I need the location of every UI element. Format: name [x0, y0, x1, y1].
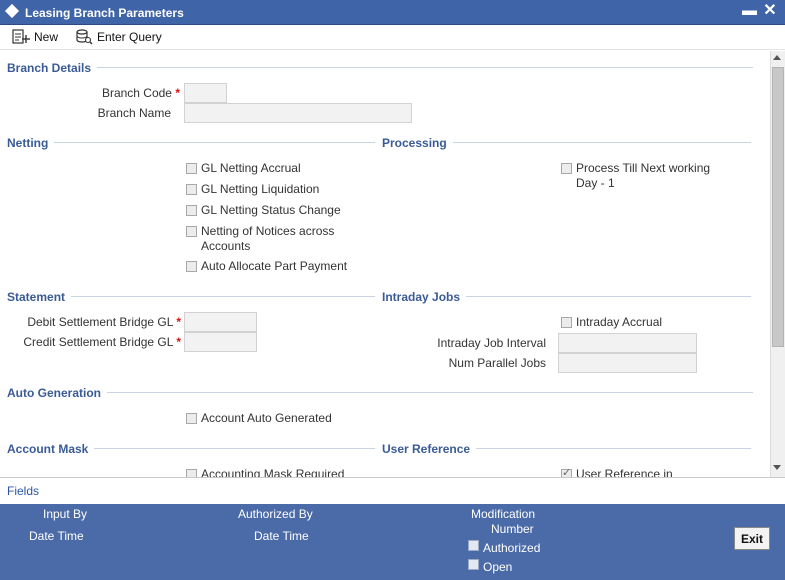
authorized-checkbox[interactable]	[468, 540, 479, 551]
open-label: Open	[483, 560, 513, 574]
authorized-by-label: Authorized By	[238, 507, 313, 521]
modification-label: Modification	[471, 507, 536, 521]
authorized-date-time-label: Date Time	[254, 529, 309, 543]
netting-heading: Netting	[7, 136, 55, 150]
gl-netting-liquidation-label: GL Netting Liquidation	[201, 182, 320, 196]
required-marker: *	[176, 315, 181, 329]
exit-button[interactable]: Exit	[734, 527, 770, 550]
auto-allocate-part-payment-label: Auto Allocate Part Payment	[201, 259, 348, 273]
netting-of-notices-checkbox[interactable]	[186, 226, 197, 237]
branch-details-rule	[7, 67, 753, 68]
intraday-jobs-heading: Intraday Jobs	[382, 290, 467, 304]
fields-bar	[0, 477, 785, 504]
num-parallel-jobs-input[interactable]	[558, 353, 697, 373]
gl-netting-status-change-checkbox[interactable]	[186, 205, 197, 216]
enter-query-button[interactable]: Enter Query	[75, 28, 162, 46]
gl-netting-status-change-label: GL Netting Status Change	[201, 203, 341, 217]
required-marker: *	[175, 86, 180, 100]
netting-rule	[7, 142, 375, 143]
intraday-accrual-checkbox[interactable]	[561, 317, 572, 328]
account-auto-generated-checkbox[interactable]	[186, 413, 197, 424]
intraday-job-interval-label: Intraday Job Interval	[437, 336, 546, 350]
user-reference-checkbox[interactable]	[561, 466, 572, 477]
netting-of-notices-label: Netting of Notices across Accounts	[201, 224, 335, 253]
processing-heading: Processing	[382, 136, 453, 150]
audit-footer	[0, 504, 785, 580]
authorized-label: Authorized	[483, 541, 541, 555]
required-marker: *	[176, 335, 181, 349]
database-query-icon	[76, 29, 93, 45]
process-till-next-working-day-checkbox[interactable]	[561, 163, 572, 174]
auto-generation-rule	[7, 392, 753, 393]
new-button[interactable]: New	[12, 28, 58, 46]
scroll-up-arrow-icon[interactable]	[773, 55, 781, 60]
auto-allocate-part-payment-checkbox[interactable]	[186, 261, 197, 272]
gl-netting-liquidation-checkbox[interactable]	[186, 184, 197, 195]
scrollbar-thumb[interactable]	[772, 67, 784, 347]
account-auto-generated-label: Account Auto Generated	[201, 411, 332, 425]
gl-netting-accrual-label: GL Netting Accrual	[201, 161, 301, 175]
credit-settlement-bridge-gl-input[interactable]	[184, 332, 257, 352]
new-document-icon	[12, 29, 30, 44]
input-date-time-label: Date Time	[29, 529, 84, 543]
form-content: Branch Details Branch Code * Branch Name…	[0, 51, 770, 477]
num-parallel-jobs-label: Num Parallel Jobs	[448, 356, 546, 370]
modification-number-label: Number	[491, 522, 534, 536]
scroll-down-arrow-icon[interactable]	[773, 465, 781, 470]
branch-code-label: Branch Code *	[101, 86, 180, 100]
debit-settlement-bridge-gl-label: Debit Settlement Bridge GL *	[27, 315, 181, 329]
user-reference-heading: User Reference	[382, 442, 477, 456]
branch-name-label: Branch Name	[97, 106, 171, 120]
accounting-mask-required-label: Accounting Mask Required	[201, 467, 345, 477]
process-till-next-working-day-label: Process Till Next working Day - 1	[576, 161, 711, 190]
credit-settlement-bridge-gl-label: Credit Settlement Bridge GL *	[23, 335, 181, 349]
gl-netting-accrual-checkbox[interactable]	[186, 163, 197, 174]
branch-details-heading: Branch Details	[7, 61, 98, 75]
new-button-label: New	[34, 30, 59, 44]
branch-name-input[interactable]	[184, 103, 412, 123]
user-reference-label: User Reference in	[576, 467, 673, 477]
account-mask-heading: Account Mask	[7, 442, 95, 456]
intraday-accrual-label: Intraday Accrual	[576, 315, 663, 329]
enter-query-label: Enter Query	[97, 30, 162, 44]
fields-link[interactable]: Fields	[7, 484, 39, 498]
statement-heading: Statement	[7, 290, 72, 304]
window-title: Leasing Branch Parameters	[25, 6, 184, 20]
minimize-button[interactable]: ▬	[742, 2, 757, 20]
debit-settlement-bridge-gl-input[interactable]	[184, 312, 257, 332]
accounting-mask-required-checkbox[interactable]	[186, 469, 197, 477]
auto-generation-heading: Auto Generation	[7, 386, 108, 400]
close-button[interactable]: ✕	[762, 1, 778, 21]
input-by-label: Input By	[43, 507, 88, 521]
intraday-job-interval-input[interactable]	[558, 333, 697, 353]
branch-code-input[interactable]	[184, 83, 227, 103]
open-checkbox[interactable]	[468, 559, 479, 570]
